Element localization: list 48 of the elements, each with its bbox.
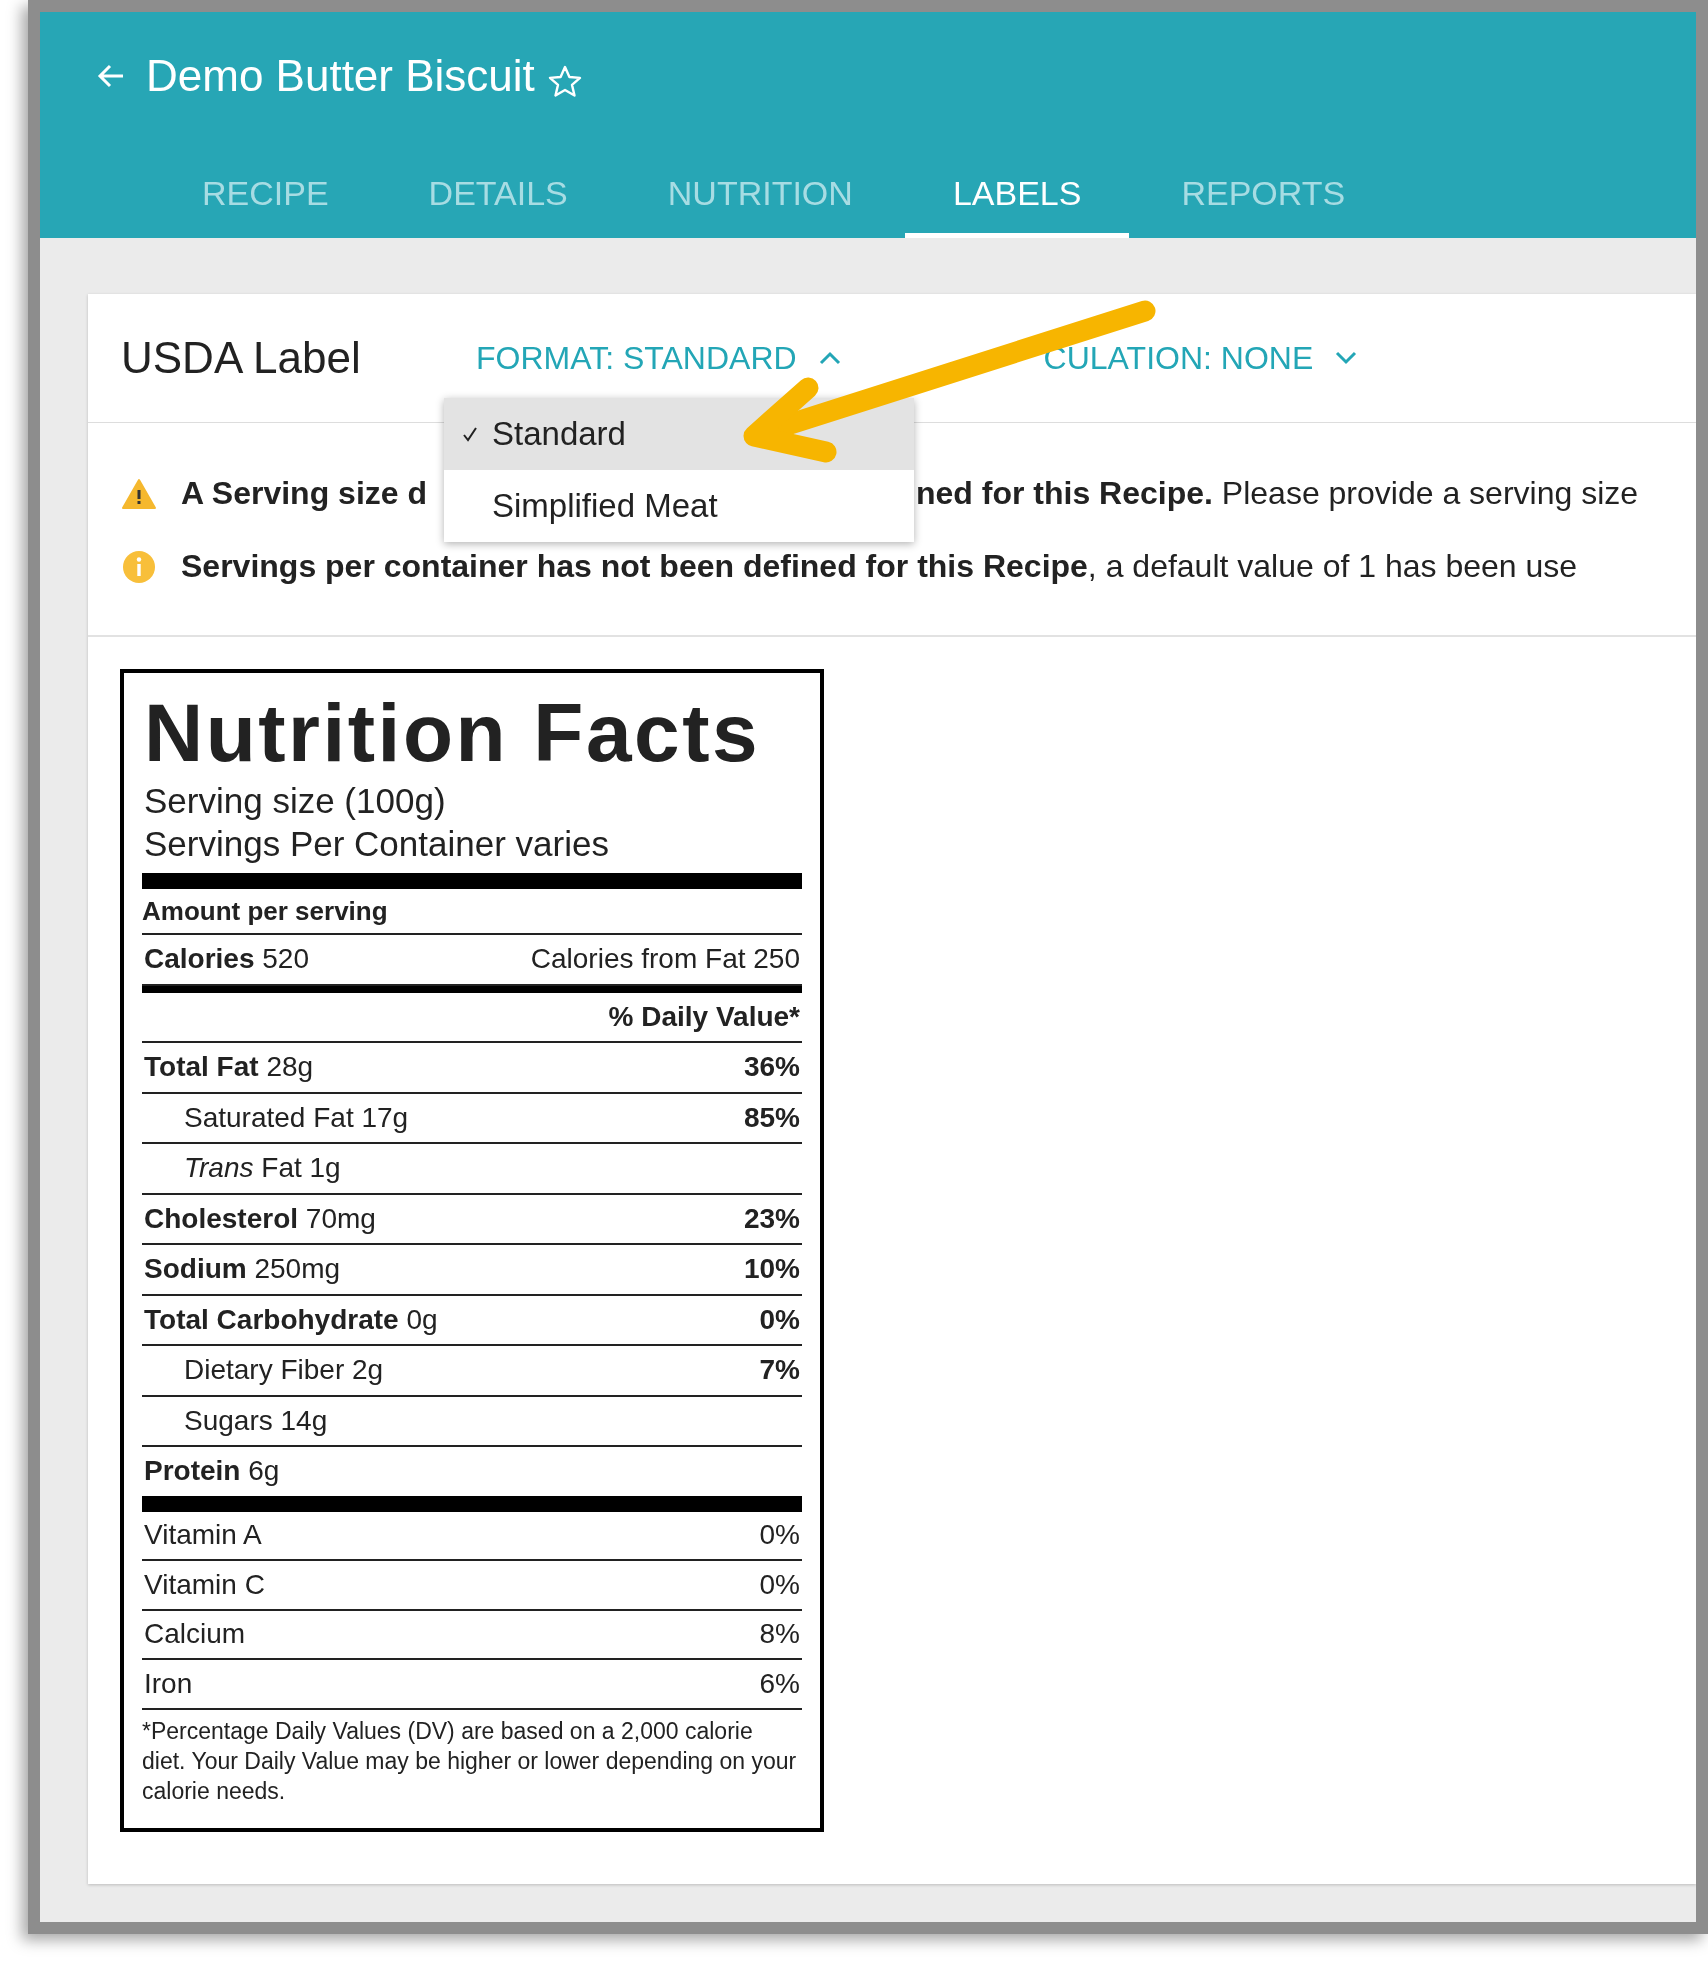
daily-value-percent: 6% [759,1667,800,1700]
daily-value-heading: % Daily Value* [608,1000,800,1033]
amount-heading: Amount per serving [142,889,802,935]
nutrient-name: Sugars 14g [184,1404,328,1437]
daily-value-percent: 10% [743,1253,800,1286]
nutrient-name: Total Fat 28g [144,1051,314,1084]
vitamin-name: Calcium [144,1618,246,1651]
vitamin-name: Iron [144,1667,193,1700]
daily-value-percent: 0% [759,1519,800,1552]
footnote-text: *Percentage Daily Values (DV) are based on a 2,000 calorie diet. Your Daily Value may be higher or lower depending on your calorie needs. [142,1716,798,1806]
vitamin-name: Vitamin C [144,1568,265,1601]
daily-value-percent: 8% [759,1618,800,1651]
nutrient-name: Cholesterol 70mg [144,1202,376,1235]
checkmark-icon [462,425,478,442]
warning-icon [121,477,157,510]
daily-value-percent: 23% [743,1202,800,1235]
daily-value-percent: 0% [759,1303,800,1336]
daily-value-percent: 36% [743,1051,800,1084]
message-text: ned for this Recipe. Please provide a serving size [916,475,1639,512]
info-icon [121,548,157,585]
star-icon[interactable] [546,64,583,100]
servings-per-container: Servings Per Container varies [144,822,802,865]
calories-from-fat: Calories from Fat 250 [530,943,800,976]
calories-text: Calories 520 [144,943,309,976]
nutrient-name: Total Carbohydrate 0g [144,1303,438,1336]
tab[interactable]: REPORTS [1133,148,1394,238]
daily-value-percent: 0% [759,1568,800,1601]
nutrient-name: Protein 6g [144,1455,280,1488]
label-title: Nutrition Facts [144,687,762,779]
message-text: A Serving size d [181,475,427,511]
daily-value-percent: 7% [759,1354,800,1387]
tab[interactable]: RECIPE [154,148,377,238]
nutrient-name: Dietary Fiber 2g [184,1354,384,1387]
nutrient-name: Saturated Fat 17g [184,1101,409,1134]
vitamin-name: Vitamin A [144,1519,262,1552]
tab[interactable]: LABELS [904,148,1130,238]
nutrient-name: Trans Fat 1g [184,1152,341,1185]
tab[interactable]: NUTRITION [619,148,901,238]
dropdown-button[interactable]: FORMAT: STANDARD [476,331,841,385]
menu-item[interactable]: Simplified Meat [444,469,914,542]
card-title: USDA Label [121,333,362,383]
serving-size: Serving size (100g) [144,780,447,822]
dropdown-button[interactable]: CULATION: NONE [977,331,1358,385]
daily-value-percent: 85% [743,1101,800,1134]
message-text: Servings per container has not been defined for this Recipe, a default value of 1 has been use [181,548,1578,585]
tab[interactable]: DETAILS [380,148,616,238]
page-title: Demo Butter Biscuit [146,51,535,101]
nutrient-name: Sodium 250mg [144,1253,341,1286]
